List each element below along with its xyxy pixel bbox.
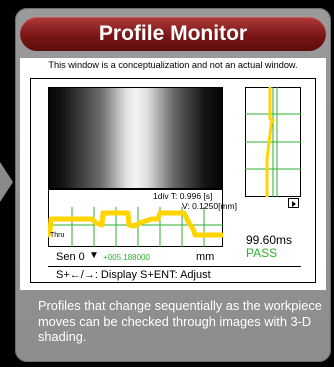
shaded-profile-image <box>48 87 223 189</box>
play-icon[interactable] <box>288 198 299 208</box>
sensor-value: +005.188000 <box>103 253 150 262</box>
thru-label: Thru <box>50 232 65 239</box>
division-v: V: 0.1250[mm] <box>182 201 237 211</box>
profile-graph: 1div T: 0.996 [s] V: 0.1250[mm] Thru <box>48 189 237 247</box>
key-instruction: S+←/→: Display S+ENT: Adjust <box>56 269 211 281</box>
window-title: Profile Monitor <box>98 22 248 45</box>
trend-graph-svg <box>245 87 301 197</box>
sensor-label: Sen 0 <box>56 251 85 263</box>
left-pointer-arrow <box>0 162 13 202</box>
trend-graph <box>245 87 301 197</box>
sensor-row: Sen 0 ▼ +005.188000 mm <box>48 249 224 265</box>
triangle-down-icon: ▼ <box>89 250 99 261</box>
monitor-display: 1div T: 0.996 [s] V: 0.1250[mm] Thru Sen… <box>30 78 316 283</box>
profile-curve <box>48 210 223 238</box>
divider <box>48 266 301 267</box>
sensor-unit: mm <box>196 251 215 263</box>
description-text: Profiles that change sequentially as the… <box>38 298 322 344</box>
cycle-time: 99.60ms <box>246 233 293 247</box>
concept-notice: This window is a conceptualization and n… <box>48 60 298 70</box>
division-time: 1div T: 0.996 [s] <box>153 191 213 201</box>
status-badge: PASS <box>246 246 278 260</box>
title-bar: Profile Monitor <box>20 17 326 51</box>
